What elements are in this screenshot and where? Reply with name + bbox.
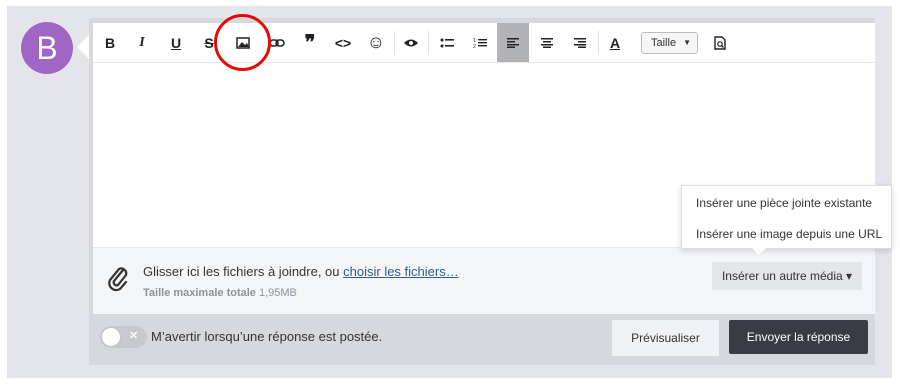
close-icon: ✕ [129,330,139,342]
svg-text:2: 2 [473,44,476,49]
editor-toolbar: B I U S ❞ <> ☺ 12 A Taille ▼ [93,23,875,63]
chevron-down-icon: ▼ [683,38,691,47]
reply-footer: ✕ M’avertir lorsqu’une réponse est posté… [93,314,875,365]
numbered-list-icon[interactable]: 12 [464,23,496,62]
menu-item-image-url[interactable]: Insérer une image depuis une URL [696,227,882,241]
max-size-info: Taille maximale totale 1,95MB [143,287,297,299]
max-size-label: Taille maximale totale [143,287,256,299]
paperclip-icon [108,267,128,292]
choose-files-link[interactable]: choisir les fichiers… [343,264,459,279]
text-color-icon[interactable]: A [599,23,631,62]
find-icon[interactable] [704,23,736,62]
quote-icon[interactable]: ❞ [294,23,326,62]
bullet-list-icon[interactable] [431,23,463,62]
avatar[interactable]: B [21,22,73,74]
align-right-icon[interactable] [564,23,596,62]
notify-label: M’avertir lorsqu’une réponse est postée. [151,329,383,344]
align-left-icon[interactable] [497,23,529,62]
attachment-area: Glisser ici les fichiers à joindre, ou c… [93,247,875,314]
notify-toggle[interactable]: ✕ [100,326,147,348]
code-icon[interactable]: <> [327,23,359,62]
italic-icon[interactable]: I [126,23,158,62]
align-center-icon[interactable] [531,23,563,62]
smiley-icon[interactable]: ☺ [360,23,392,62]
menu-item-existing-attachment[interactable]: Insérer une pièce jointe existante [696,196,872,210]
annotation-circle [214,14,271,71]
menu-caret [751,247,767,255]
toggle-knob [101,327,121,347]
send-reply-button[interactable]: Envoyer la réponse [729,320,868,354]
eye-icon[interactable] [395,23,427,62]
attach-instructions: Glisser ici les fichiers à joindre, ou c… [143,264,459,279]
underline-icon[interactable]: U [160,23,192,62]
text-size-select[interactable]: Taille ▼ [641,32,698,54]
attach-text: Glisser ici les fichiers à joindre, ou [143,264,344,279]
bold-icon[interactable]: B [94,23,126,62]
insert-media-button[interactable]: Insérer un autre média ▾ [712,262,862,290]
max-size-value: 1,95MB [258,287,297,299]
preview-button[interactable]: Prévisualiser [612,320,719,356]
speech-caret [77,35,89,59]
toolbar-separator [428,31,429,55]
insert-media-menu: Insérer une pièce jointe existante Insér… [681,185,892,249]
text-size-label: Taille [651,37,677,49]
